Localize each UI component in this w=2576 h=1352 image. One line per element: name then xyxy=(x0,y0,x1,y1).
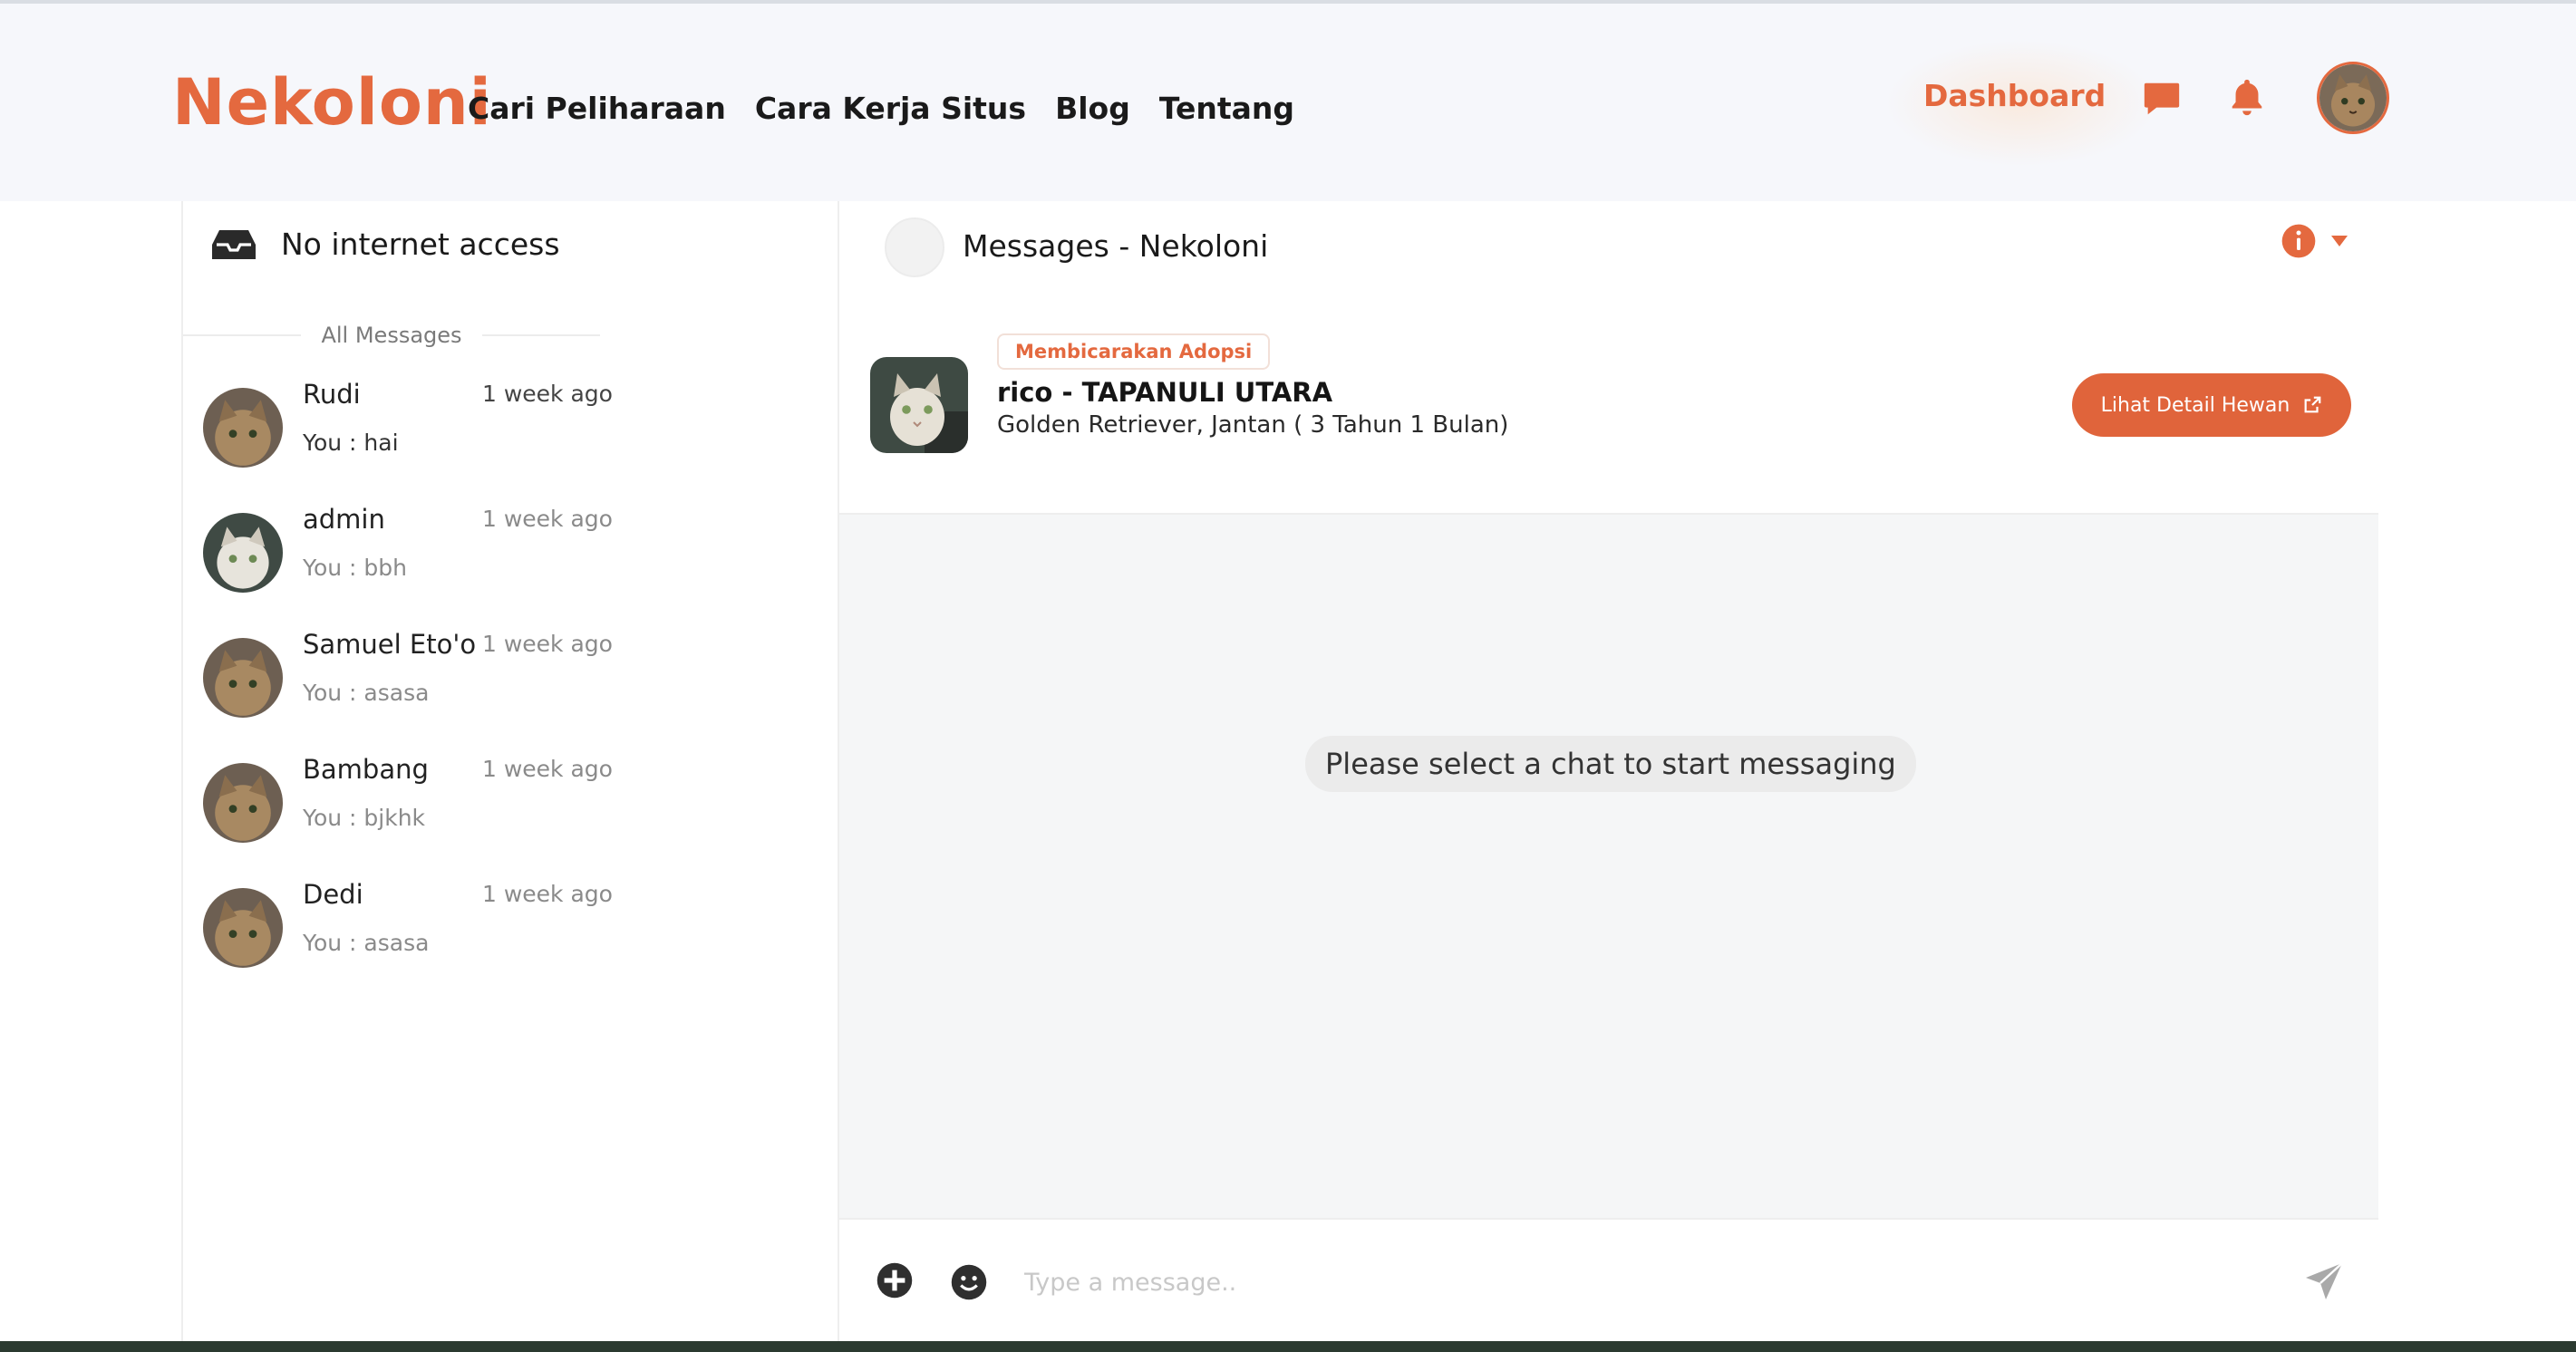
message-input[interactable] xyxy=(1024,1261,2112,1303)
emoji-icon[interactable] xyxy=(950,1263,988,1301)
nekoloni-logo[interactable]: Nekoloni xyxy=(172,65,492,140)
main-nav: Cari Peliharaan Cara Kerja Situs Blog Te… xyxy=(468,91,1294,126)
external-link-icon xyxy=(2304,396,2321,413)
nav-cara-kerja-situs[interactable]: Cara Kerja Situs xyxy=(755,91,1026,126)
view-pet-detail-button[interactable]: Lihat Detail Hewan xyxy=(2072,373,2351,437)
conversation-preview: You : hai xyxy=(303,430,399,456)
conversation-item-dedi[interactable]: Dedi 1 week ago You : asasa xyxy=(201,870,613,979)
plus-icon[interactable] xyxy=(876,1261,914,1299)
avatar xyxy=(203,638,283,718)
pet-photo xyxy=(870,357,968,453)
avatar xyxy=(203,763,283,843)
nav-cari-peliharaan[interactable]: Cari Peliharaan xyxy=(468,91,726,126)
conversation-name: Bambang xyxy=(303,754,429,785)
adoption-badge: Membicarakan Adopsi xyxy=(997,333,1271,370)
chat-avatar-placeholder xyxy=(885,217,944,277)
chat-panel: Messages - Nekoloni Membicarakan Adopsi … xyxy=(839,201,2378,1352)
conversation-item-samuel[interactable]: Samuel Eto'o 1 week ago You : asasa xyxy=(201,620,613,729)
cat-avatar-icon xyxy=(2319,64,2387,131)
conversation-time: 1 week ago xyxy=(482,881,613,907)
conversation-preview: You : bjkhk xyxy=(303,805,426,831)
all-messages-divider: All Messages xyxy=(183,317,601,353)
conversation-time: 1 week ago xyxy=(482,631,613,657)
bell-icon[interactable] xyxy=(2226,76,2268,118)
button-label: Lihat Detail Hewan xyxy=(2100,393,2290,417)
chat-title: Messages - Nekoloni xyxy=(963,228,1269,264)
inbox-icon xyxy=(212,229,256,259)
pet-description: Golden Retriever, Jantan ( 3 Tahun 1 Bul… xyxy=(997,411,1509,439)
desktop-background-strip xyxy=(0,1341,2576,1352)
conversation-time: 1 week ago xyxy=(482,506,613,532)
nav-blog[interactable]: Blog xyxy=(1055,91,1130,126)
conversation-preview: You : asasa xyxy=(303,930,430,956)
conversation-name: Rudi xyxy=(303,379,361,410)
chevron-down-icon[interactable] xyxy=(2331,236,2348,246)
conversation-time: 1 week ago xyxy=(482,381,613,407)
cat-avatar-icon xyxy=(203,388,283,468)
user-avatar[interactable] xyxy=(2317,62,2389,134)
avatar xyxy=(203,513,283,593)
info-icon[interactable] xyxy=(2281,223,2317,259)
conversation-name: Samuel Eto'o xyxy=(303,629,477,660)
conversation-preview: You : asasa xyxy=(303,680,430,706)
section-label: All Messages xyxy=(321,323,462,348)
conversation-time: 1 week ago xyxy=(482,756,613,782)
cat-avatar-icon xyxy=(203,888,283,968)
chat-header: Messages - Nekoloni Membicarakan Adopsi … xyxy=(839,201,2378,515)
conversation-name: Dedi xyxy=(303,879,363,910)
empty-state-message: Please select a chat to start messaging xyxy=(1305,736,1916,792)
connection-status: No internet access xyxy=(281,227,560,262)
conversation-sidebar: No internet access All Messages Rudi 1 w… xyxy=(181,201,839,1352)
dashboard-link[interactable]: Dashboard xyxy=(1923,78,2106,113)
avatar xyxy=(203,388,283,468)
cat-avatar-icon xyxy=(203,763,283,843)
conversation-name: admin xyxy=(303,504,385,535)
send-icon[interactable] xyxy=(2302,1260,2346,1303)
pet-cat-image-icon xyxy=(870,357,968,453)
nav-tentang[interactable]: Tentang xyxy=(1159,91,1294,126)
sidebar-header: No internet access xyxy=(212,227,560,262)
conversation-item-rudi[interactable]: Rudi 1 week ago You : hai xyxy=(201,370,613,478)
message-composer xyxy=(839,1218,2378,1352)
message-area: Please select a chat to start messaging xyxy=(839,515,2378,1218)
cat-avatar-icon xyxy=(203,638,283,718)
site-header: Nekoloni Cari Peliharaan Cara Kerja Situ… xyxy=(0,4,2576,201)
chat-icon[interactable] xyxy=(2141,78,2183,120)
avatar xyxy=(203,888,283,968)
conversation-preview: You : bbh xyxy=(303,555,407,581)
conversation-item-bambang[interactable]: Bambang 1 week ago You : bjkhk xyxy=(201,745,613,854)
white-cat-avatar-icon xyxy=(203,513,283,593)
pet-name: rico - TAPANULI UTARA xyxy=(997,377,1333,408)
conversation-item-admin[interactable]: admin 1 week ago You : bbh xyxy=(201,495,613,604)
